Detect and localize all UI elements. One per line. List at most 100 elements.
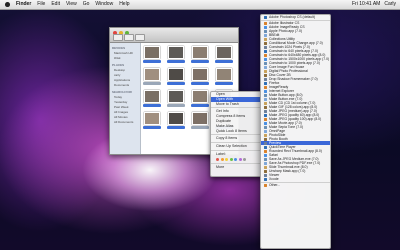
photo-thumbnail-icon	[216, 68, 232, 81]
file-thumbnail[interactable]	[191, 46, 209, 63]
sidebar-item[interactable]: Past Week	[114, 105, 140, 109]
app-icon	[264, 93, 267, 97]
file-name-label	[143, 126, 161, 129]
file-thumbnail[interactable]	[191, 68, 209, 85]
file-thumbnail[interactable]	[167, 90, 185, 107]
app-icon	[264, 141, 267, 145]
app-icon	[264, 53, 267, 57]
file-thumbnail[interactable]	[215, 68, 233, 85]
sidebar-item[interactable]: Documents	[114, 83, 140, 87]
sidebar-item[interactable]: carly	[114, 73, 140, 77]
sidebar-item[interactable]: All Images	[114, 110, 140, 114]
open-with-item[interactable]: Xcode	[261, 177, 330, 181]
ctx-copy[interactable]: Copy 8 Items	[211, 136, 261, 141]
ctx-more[interactable]: More	[211, 165, 261, 170]
menu-separator	[211, 142, 261, 144]
file-thumbnail[interactable]	[167, 112, 185, 129]
label-color-dot[interactable]	[234, 157, 237, 161]
app-icon	[264, 121, 267, 125]
app-icon	[264, 81, 267, 85]
photo-thumbnail-icon	[192, 90, 208, 103]
file-thumbnail[interactable]	[143, 46, 161, 63]
photo-thumbnail-icon	[144, 112, 160, 125]
label-color-dot[interactable]	[229, 157, 233, 161]
file-name-label	[191, 104, 209, 107]
menu-separator	[211, 162, 261, 164]
app-icon	[264, 25, 267, 29]
photo-thumbnail-icon	[168, 68, 184, 81]
open-with-item[interactable]: Adobe Photoshop CS (default)	[261, 15, 330, 19]
sidebar-item[interactable]: All Documents	[114, 120, 140, 124]
app-icon	[264, 129, 267, 133]
app-name: Xcode	[269, 177, 279, 181]
app-icon	[264, 33, 267, 37]
apple-menu-icon[interactable]	[5, 2, 10, 7]
file-thumbnail[interactable]	[167, 46, 185, 63]
app-icon	[264, 165, 267, 169]
ctx-clean-up[interactable]: Clean Up Selection	[211, 144, 261, 149]
app-icon	[264, 45, 267, 49]
sidebar-item[interactable]: Macintosh HD	[114, 51, 140, 55]
photo-thumbnail-icon	[144, 90, 160, 103]
file-thumbnail[interactable]	[143, 112, 161, 129]
view-mode-button[interactable]	[124, 34, 134, 41]
action-button[interactable]	[135, 34, 145, 41]
photo-thumbnail-icon	[192, 112, 208, 125]
app-name: Adobe Photoshop CS (default)	[269, 15, 315, 19]
file-thumbnail[interactable]	[191, 90, 209, 107]
menu-help[interactable]: Help	[119, 0, 129, 9]
photo-thumbnail-icon	[168, 46, 184, 59]
app-icon	[264, 153, 267, 157]
menu-finder[interactable]: Finder	[16, 0, 31, 9]
menu-view[interactable]: View	[66, 0, 77, 9]
file-thumbnail[interactable]	[191, 112, 209, 129]
app-icon	[264, 65, 267, 69]
app-icon	[264, 15, 267, 19]
app-icon	[264, 29, 267, 33]
back-button[interactable]	[113, 34, 123, 41]
menubar-clock[interactable]: Fri 10:41 AM	[352, 0, 380, 9]
sidebar-item[interactable]: All Movies	[114, 115, 140, 119]
photo-thumbnail-icon	[144, 46, 160, 59]
file-name-label	[191, 126, 209, 129]
label-color-dot[interactable]	[220, 157, 224, 161]
file-name-label	[215, 82, 233, 85]
menubar-user[interactable]: Carly	[384, 0, 396, 9]
app-icon	[264, 117, 267, 121]
sidebar-item[interactable]: Today	[114, 95, 140, 99]
sidebar-item[interactable]: iDisk	[114, 56, 140, 60]
app-icon	[264, 85, 267, 89]
file-thumbnail[interactable]	[167, 68, 185, 85]
menu-edit[interactable]: Edit	[51, 0, 60, 9]
menu-window[interactable]: Window	[95, 0, 113, 9]
label-color-dot[interactable]	[225, 157, 228, 161]
label-color-dot[interactable]	[216, 157, 219, 161]
app-icon	[264, 69, 267, 73]
sidebar-item[interactable]: Applications	[114, 78, 140, 82]
menu-file[interactable]: File	[37, 0, 45, 9]
sidebar-heading: DEVICES	[112, 46, 126, 50]
file-name-label	[215, 60, 233, 63]
app-icon	[264, 73, 267, 77]
file-thumbnail[interactable]	[143, 90, 161, 107]
label-color-dot[interactable]	[243, 157, 246, 161]
app-icon	[264, 149, 267, 153]
menu-separator	[211, 134, 261, 136]
app-icon	[264, 57, 267, 61]
finder-toolbar	[110, 28, 238, 43]
open-with-item[interactable]: Other...	[261, 183, 330, 187]
photo-thumbnail-icon	[192, 68, 208, 81]
label-color-dot[interactable]	[238, 157, 242, 161]
file-thumbnail[interactable]	[215, 46, 233, 63]
app-icon	[264, 157, 267, 161]
sidebar-item[interactable]: Desktop	[114, 68, 140, 72]
app-icon	[264, 145, 267, 149]
file-thumbnail[interactable]	[143, 68, 161, 85]
menu-go[interactable]: Go	[83, 0, 90, 9]
sidebar-item[interactable]: Yesterday	[114, 100, 140, 104]
file-name-label	[191, 82, 209, 85]
ctx-quick-look[interactable]: Quick Look 8 Items	[211, 129, 261, 134]
ctx-move-to-trash[interactable]: Move to Trash	[211, 102, 261, 107]
photo-thumbnail-icon	[168, 112, 184, 125]
label-color-picker	[211, 157, 261, 162]
